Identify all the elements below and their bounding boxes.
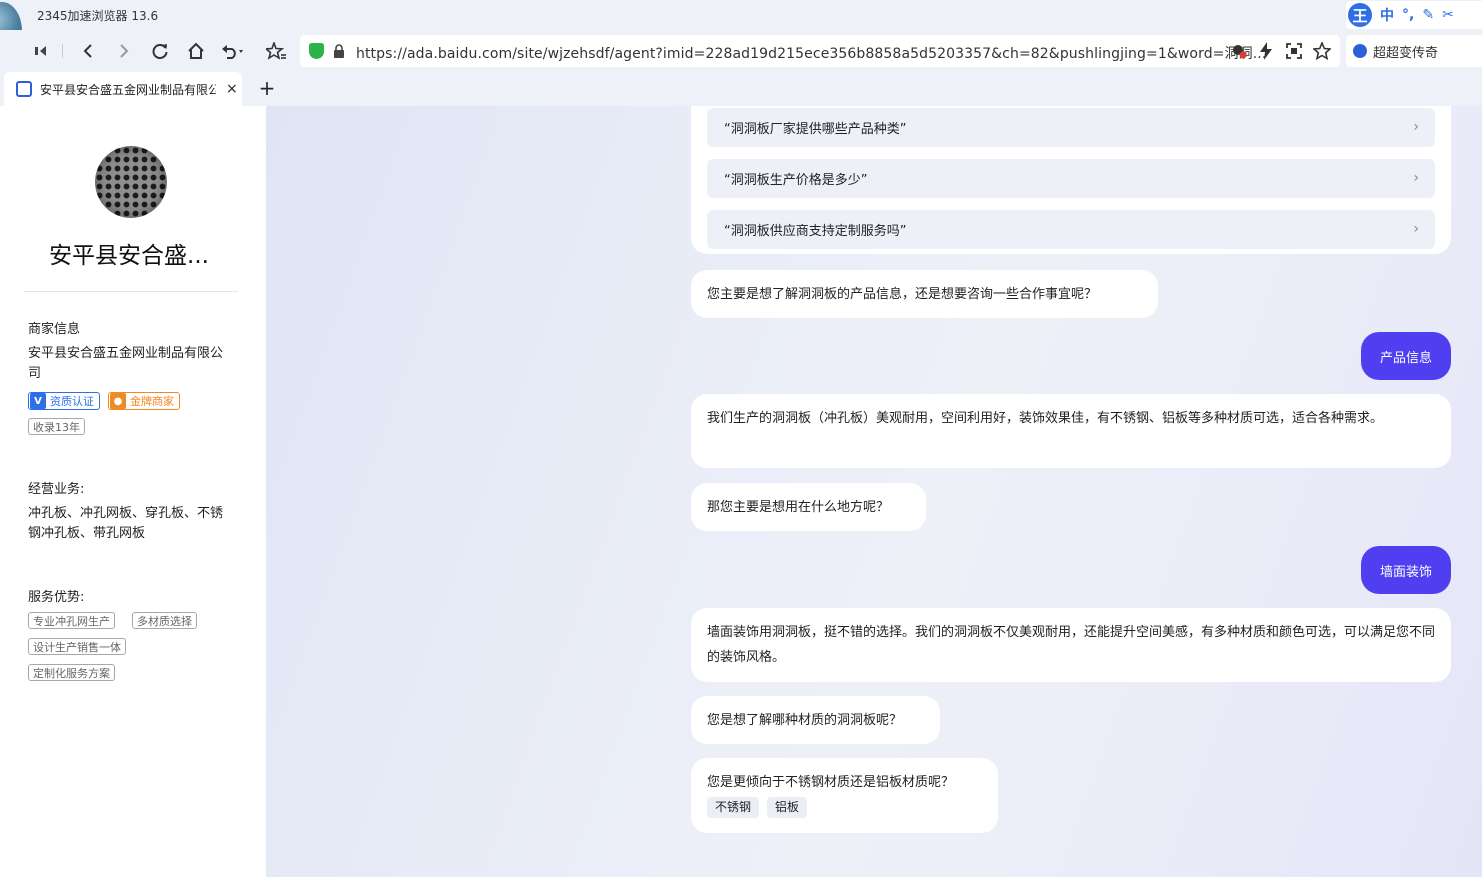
suggested-question-text: “洞洞板厂家提供哪些产品种类”	[724, 122, 907, 137]
gold-merchant-badge[interactable]: ● 金牌商家	[108, 392, 180, 410]
ime-toolbar[interactable]: 王 中 °, ✎ ✂	[1346, 1, 1482, 29]
merchant-name: 安平县安合盛...	[49, 243, 209, 269]
bot-message: 墙面装饰用洞洞板，挺不错的选择。我们的洞洞板不仅美观耐用，还能提升空间美感，有多…	[691, 608, 1451, 682]
undo-close-tab-icon[interactable]	[220, 39, 244, 63]
quick-reply-option[interactable]: 铝板	[767, 797, 808, 818]
ime-tools-icon[interactable]: ✂	[1442, 7, 1454, 23]
bookmarks-icon[interactable]	[264, 39, 288, 63]
tab-close-icon[interactable]: ×	[226, 81, 238, 97]
advantage-tag: 专业冲孔网生产	[28, 612, 115, 629]
suggested-question-text: “洞洞板生产价格是多少”	[724, 173, 868, 188]
lock-icon[interactable]	[333, 44, 345, 58]
advantage-tag: 设计生产销售一体	[28, 638, 126, 655]
bot-message-text: 那您主要是想用在什么地方呢？	[707, 500, 890, 515]
suggested-question[interactable]: “洞洞板生产价格是多少” ›	[707, 159, 1435, 198]
verified-v-icon: V	[30, 393, 46, 409]
bot-message-text: 您是想了解哪种材质的洞洞板呢？	[707, 713, 903, 728]
forward-icon[interactable]	[112, 39, 136, 63]
user-message-text: 墙面装饰	[1379, 564, 1432, 580]
bot-message-text: 您主要是想了解洞洞板的产品信息，还是想要咨询一些合作事宜呢？	[707, 287, 1098, 302]
block-ads-icon[interactable]	[1228, 40, 1250, 62]
bot-message: 您是更倾向于不锈钢材质还是铝板材质呢？ 不锈钢 铝板	[691, 758, 998, 833]
app-title: 2345加速浏览器 13.6	[37, 9, 159, 23]
tab-active[interactable]: 安平县安合盛五金网业制品有限公司 ×	[4, 72, 242, 106]
advantages-title: 服务优势:	[28, 590, 85, 605]
bot-message: 您主要是想了解洞洞板的产品信息，还是想要咨询一些合作事宜呢？	[691, 270, 1158, 318]
advantage-tag: 定制化服务方案	[28, 664, 115, 681]
qualification-badge[interactable]: V 资质认证	[28, 392, 100, 410]
business-title: 经营业务:	[28, 482, 85, 497]
qualification-badge-label: 资质认证	[50, 395, 94, 408]
suggestion-card: “洞洞板厂家提供哪些产品种类” › “洞洞板生产价格是多少” › “洞洞板供应商…	[691, 106, 1451, 254]
tab-favicon-icon	[16, 81, 32, 97]
baidu-paw-icon	[1353, 44, 1367, 58]
gold-medal-icon: ●	[110, 393, 126, 409]
security-shield-icon[interactable]	[309, 43, 324, 59]
toolbar-divider	[62, 44, 63, 58]
tab-title[interactable]: 安平县安合盛五金网业制品有限公司	[40, 81, 216, 98]
chevron-right-icon: ›	[1413, 170, 1419, 186]
title-bar: 2345加速浏览器 13.6 王 中 °, ✎ ✂	[0, 0, 1482, 60]
chat-area: “洞洞板厂家提供哪些产品种类” › “洞洞板生产价格是多少” › “洞洞板供应商…	[266, 106, 1482, 877]
bot-message: 那您主要是想用在什么地方呢？	[691, 483, 926, 531]
quick-reply-row: 不锈钢 铝板	[707, 797, 982, 818]
reload-icon[interactable]	[148, 39, 172, 63]
suggested-question[interactable]: “洞洞板供应商支持定制服务吗” ›	[707, 210, 1435, 249]
search-box[interactable]: 超超变传奇	[1346, 35, 1482, 67]
bot-message-text: 我们生产的洞洞板（冲孔板）美观耐用，空间利用好，装饰效果佳，有不锈钢、铝板等多种…	[707, 411, 1384, 426]
suggested-question[interactable]: “洞洞板厂家提供哪些产品种类” ›	[707, 108, 1435, 147]
merchant-avatar	[95, 146, 167, 218]
merchant-sidebar: 安平县安合盛... 商家信息 安平县安合盛五金网业制品有限公司 V 资质认证 ●…	[0, 106, 266, 877]
user-message-text: 产品信息	[1379, 350, 1432, 366]
user-message: 墙面装饰	[1361, 546, 1451, 594]
chevron-right-icon: ›	[1413, 119, 1419, 135]
bot-message-text: 墙面装饰用洞洞板，挺不错的选择。我们的洞洞板不仅美观耐用，还能提升空间美感，有多…	[707, 625, 1436, 665]
bot-message-text: 您是更倾向于不锈钢材质还是铝板材质呢？	[707, 775, 955, 790]
tab-strip: 安平县安合盛五金网业制品有限公司 × +	[0, 72, 1482, 106]
home-icon[interactable]	[184, 39, 208, 63]
advantage-tag: 多材质选择	[132, 612, 197, 629]
new-tab-button[interactable]: +	[256, 76, 278, 100]
bot-message: 您是想了解哪种材质的洞洞板呢？	[691, 696, 940, 744]
ime-mode-toggle[interactable]: 中	[1380, 5, 1394, 25]
merchant-info-title: 商家信息	[28, 322, 81, 337]
sidebar-toggle-icon[interactable]	[29, 39, 53, 63]
bot-message: 我们生产的洞洞板（冲孔板）美观耐用，空间利用好，装饰效果佳，有不锈钢、铝板等多种…	[691, 394, 1451, 468]
gold-merchant-badge-label: 金牌商家	[130, 395, 174, 408]
sidebar-divider	[24, 291, 238, 292]
company-name: 安平县安合盛五金网业制品有限公司	[28, 346, 224, 381]
user-message: 产品信息	[1361, 332, 1451, 380]
url-text[interactable]: https://ada.baidu.com/site/wjzehsdf/agen…	[356, 43, 1266, 63]
ime-logo-icon[interactable]: 王	[1348, 3, 1372, 27]
suggested-question-text: “洞洞板供应商支持定制服务吗”	[724, 224, 907, 239]
speed-mode-icon[interactable]	[1255, 40, 1277, 62]
chevron-right-icon: ›	[1413, 221, 1419, 237]
record-years-tag: 收录13年	[28, 418, 85, 435]
address-bar[interactable]: https://ada.baidu.com/site/wjzehsdf/agen…	[300, 35, 1340, 67]
business-text: 冲孔板、冲孔网板、穿孔板、不锈钢冲孔板、带孔网板	[28, 506, 224, 541]
screenshot-icon[interactable]	[1283, 40, 1305, 62]
ime-punctuation-icon[interactable]: °,	[1402, 7, 1414, 23]
badge-row: V 资质认证 ● 金牌商家	[28, 392, 180, 410]
back-icon[interactable]	[76, 39, 100, 63]
search-input[interactable]: 超超变传奇	[1373, 42, 1438, 61]
ime-pen-icon[interactable]: ✎	[1422, 7, 1434, 23]
quick-reply-option[interactable]: 不锈钢	[707, 797, 760, 818]
favorite-star-icon[interactable]	[1311, 40, 1333, 62]
browser-toolbar: https://ada.baidu.com/site/wjzehsdf/agen…	[0, 30, 1482, 72]
